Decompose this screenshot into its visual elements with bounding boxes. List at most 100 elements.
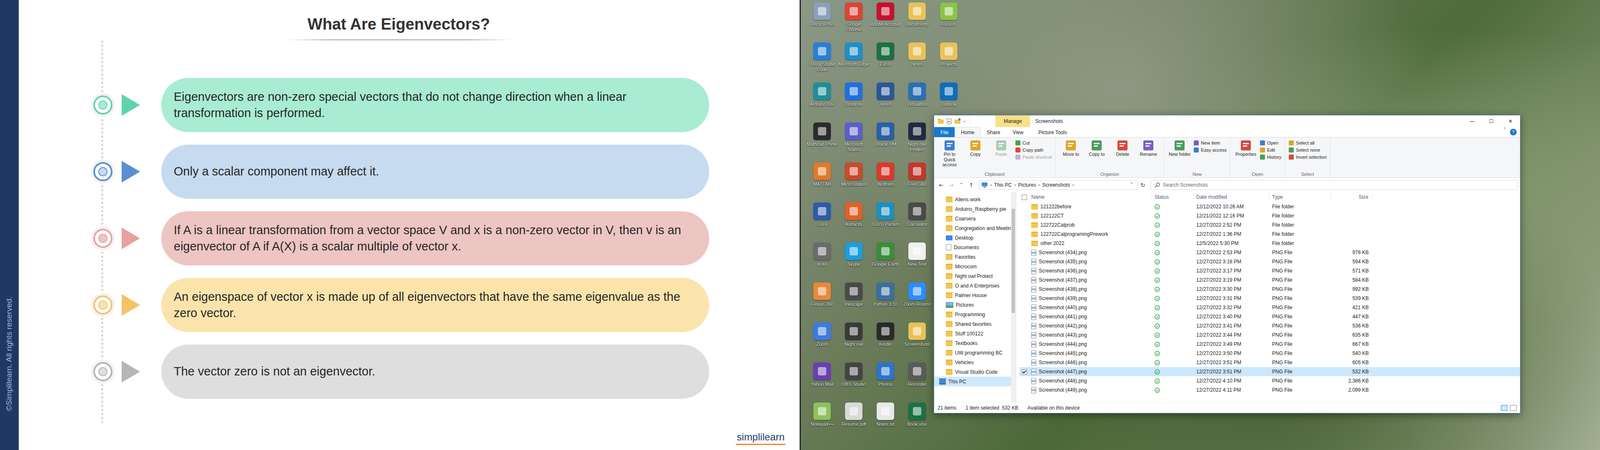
nav-button[interactable]: ↑ [966,182,976,189]
desktop-icon[interactable]: Mathcad Prime [806,120,838,160]
ribbon-small-button[interactable]: Open [1259,140,1282,146]
desktop-icon[interactable]: Cisco Packet [869,200,902,240]
nav-item[interactable]: Arduino_Raspberry pie [934,204,1011,214]
ribbon-button[interactable]: Copy [963,139,988,172]
desktop-icon[interactable]: Excel [869,40,902,80]
ribbon-tab[interactable]: Home [954,127,981,138]
ribbon-small-button[interactable]: Paste shortcut [1015,154,1052,160]
column-header[interactable]: Name [1028,194,1153,200]
ribbon-tab[interactable]: Picture Tools [1032,127,1073,138]
desktop-icon[interactable]: OBS Studio [837,360,870,400]
file-row[interactable]: 122722CalprogramingPrework 12/27/2022 1:… [1019,229,1520,239]
ribbon-small-button[interactable]: Select all [1288,140,1327,146]
nav-item[interactable]: Shared favorites [934,319,1011,329]
file-row[interactable]: Screenshot (435).png 12/27/2022 3:16 PM … [1019,257,1520,267]
desktop-icon[interactable]: MicroStation [837,160,870,200]
desktop-icon[interactable]: Microsoft Teams [837,120,870,160]
nav-item[interactable]: Pictures [934,300,1011,310]
breadcrumb[interactable]: Screenshots [1042,182,1070,188]
column-header[interactable]: Size [1331,194,1373,200]
window-control[interactable]: — [1462,115,1482,128]
ribbon-button[interactable]: Paste [989,139,1014,172]
window-control[interactable]: ☐ [1481,115,1501,128]
desktop-icon[interactable]: MATLAB [806,160,838,200]
desktop-icon[interactable]: Calculator [901,200,933,240]
desktop-icon[interactable]: Resume.pdf [837,400,870,440]
ribbon-small-button[interactable]: New item [1193,140,1227,146]
file-row[interactable]: Screenshot (443).png 12/27/2022 3:44 PM … [1019,330,1520,340]
column-header[interactable]: Type [1269,194,1332,200]
nav-button[interactable]: ← [936,182,946,189]
ribbon-button[interactable]: Properties [1233,139,1258,172]
desktop-icon[interactable]: Zoom [806,320,838,360]
desktop-icon[interactable]: Inkscape [837,280,870,320]
desktop-icon[interactable]: Python 3.10 [869,280,902,320]
nav-item[interactable]: O and A Enterprises [934,280,1011,291]
nav-button[interactable]: → [946,182,956,189]
breadcrumb[interactable]: This PC [994,182,1013,188]
chevron-icon[interactable] [962,117,967,125]
desktop-icon[interactable]: Wolfram [869,160,902,200]
nav-item[interactable]: Coarsera [934,213,1011,224]
ribbon-small-button[interactable]: Select none [1288,147,1327,153]
ribbon-small-button[interactable]: Invert selection [1288,154,1327,160]
window-control[interactable]: ✕ [1500,115,1520,128]
desktop-icon[interactable]: Oracle VM [869,120,902,160]
desktop-icon[interactable]: Notes.txt [869,400,902,440]
ribbon-button[interactable]: Rename [1136,139,1161,172]
properties-icon[interactable] [945,117,953,125]
file-row[interactable]: Screenshot (444).png 12/27/2022 3:49 PM … [1019,339,1520,349]
address-bar[interactable]: › This PC› Pictures› Screenshots › ˅ [979,180,1138,190]
desktop-icon[interactable]: Projects [932,40,965,80]
ribbon-button[interactable]: Move to [1058,139,1083,172]
desktop-icon[interactable]: Zoom Rooms [901,280,933,320]
desktop-icon[interactable]: Microsoft Edge [837,40,870,80]
nav-item[interactable]: Documents [934,242,1011,253]
address-dropdown[interactable]: ˅ [1127,182,1136,188]
file-row[interactable]: Screenshot (436).png 12/27/2022 3:17 PM … [1019,266,1520,276]
desktop-icon[interactable]: Cura [806,200,838,240]
desktop-icon[interactable]: Photos [869,360,902,400]
desktop-icon[interactable]: Outlook [932,80,965,120]
file-row[interactable]: Screenshot (434).png 12/27/2022 2:53 PM … [1019,247,1520,258]
search-box[interactable]: Search Screenshots [1150,180,1518,190]
file-row[interactable]: Screenshot (439).png 12/27/2022 3:31 PM … [1019,293,1520,303]
nav-item[interactable]: Programming [934,309,1011,320]
desktop-icon[interactable]: Arduino IDE [806,80,838,120]
column-header[interactable]: Status [1152,194,1194,200]
desktop-icon[interactable]: Recorder [901,360,933,400]
checkbox[interactable] [1021,369,1028,375]
desktop-icon[interactable]: Visual Studio Code [806,40,838,80]
ribbon-button[interactable]: Delete [1110,139,1135,172]
nav-button[interactable]: ˅ [956,182,966,189]
desktop-icon[interactable]: Dropbox [837,80,870,120]
desktop-icon[interactable]: Adobe Acrobat [869,0,902,40]
desktop-icon[interactable]: Kindle [869,320,902,360]
ribbon-small-button[interactable]: Cut [1015,140,1052,146]
file-row[interactable]: Screenshot (437).png 12/27/2022 3:19 PM … [1019,275,1520,285]
nav-item[interactable]: Night owl Protect [934,271,1011,281]
file-row[interactable]: Screenshot (440).png 12/27/2022 3:32 PM … [1019,302,1520,313]
nav-item[interactable]: Congregation and Meetin [934,223,1011,233]
ribbon-button[interactable]: New folder [1167,139,1192,172]
details-view-icon[interactable] [1500,405,1508,411]
ribbon-tab[interactable]: View [1006,127,1030,138]
ribbon-tab[interactable]: Share [980,127,1007,138]
desktop-icon[interactable]: Book.xlsx [901,400,933,440]
desktop-icon[interactable]: Night owl [837,320,870,360]
desktop-icon[interactable]: Fusion [932,0,965,40]
ribbon-small-button[interactable]: Copy path [1015,147,1052,153]
file-row[interactable]: other 2022 12/5/2022 5:30 PM File folder [1019,238,1520,248]
refresh-button[interactable]: ↻ [1138,182,1148,189]
ribbon-small-button[interactable]: History [1259,154,1282,160]
desktop-icon[interactable]: Audacity [837,200,870,240]
nav-item[interactable]: Palmer House [934,290,1011,300]
file-row[interactable]: 122122CT 12/21/2022 12:16 PM File folder [1019,211,1520,221]
ribbon-button[interactable]: Copy to [1084,139,1109,172]
desktop-icon[interactable]: Notepad++ [806,400,838,440]
desktop-icon[interactable]: Screenshots [901,320,933,360]
ribbon-tab[interactable]: File [934,127,955,138]
column-header[interactable]: Date modified [1193,194,1270,200]
file-row[interactable]: Screenshot (446).png 12/27/2022 3:51 PM … [1019,357,1520,368]
nav-item[interactable]: Stuff 100122 [934,328,1011,339]
